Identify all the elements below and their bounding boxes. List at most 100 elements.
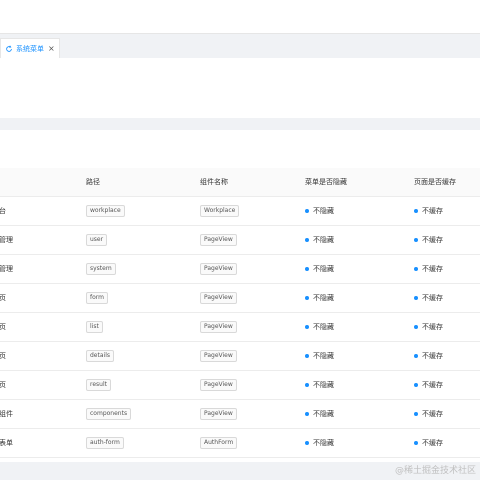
hidden-status: 不隐藏 (313, 294, 334, 302)
status-dot-icon (414, 441, 418, 445)
cell-component: PageView (200, 226, 237, 254)
status-dot-icon (305, 238, 309, 242)
cell-name: 统管理 (0, 265, 13, 273)
table-row[interactable]: 单页 form PageView 不隐藏 不缓存 (0, 284, 480, 313)
status-dot-icon (414, 267, 418, 271)
component-tag: PageView (200, 408, 237, 420)
cell-hidden: 不隐藏 (305, 371, 334, 399)
hidden-status: 不隐藏 (313, 236, 334, 244)
column-header-path: 路径 (86, 178, 100, 186)
cell-hidden: 不隐藏 (305, 226, 334, 254)
component-tag: PageView (200, 292, 237, 304)
cell-cache: 不缓存 (414, 197, 443, 225)
cell-cache: 不缓存 (414, 400, 443, 428)
cell-cache: 不缓存 (414, 226, 443, 254)
cell-cache: 不缓存 (414, 342, 443, 370)
table-header: 称 路径 组件名称 菜单是否隐藏 页面是否缓存 (0, 168, 480, 197)
cell-name: 权表单 (0, 439, 13, 447)
table-row[interactable]: 户管理 user PageView 不隐藏 不缓存 (0, 226, 480, 255)
cache-status: 不缓存 (422, 352, 443, 360)
cell-path: user (86, 226, 108, 254)
table-row[interactable]: 权表单 auth-form AuthForm 不隐藏 不缓存 (0, 429, 480, 458)
status-dot-icon (305, 209, 309, 213)
status-dot-icon (414, 325, 418, 329)
path-tag: user (86, 234, 108, 246)
component-tag: AuthForm (200, 437, 238, 449)
status-dot-icon (414, 412, 418, 416)
status-dot-icon (305, 296, 309, 300)
table-row[interactable]: 统管理 system PageView 不隐藏 不缓存 (0, 255, 480, 284)
cell-hidden: 不隐藏 (305, 400, 334, 428)
table-row[interactable]: 情页 details PageView 不隐藏 不缓存 (0, 342, 480, 371)
column-header-cache: 页面是否缓存 (414, 178, 456, 186)
status-dot-icon (305, 354, 309, 358)
table-row[interactable]: 作台 workplace Workplace 不隐藏 不缓存 (0, 197, 480, 226)
refresh-icon (6, 45, 12, 52)
status-dot-icon (414, 238, 418, 242)
cell-component: PageView (200, 400, 237, 428)
table-row[interactable]: 置组件 components PageView 不隐藏 不缓存 (0, 400, 480, 429)
hidden-status: 不隐藏 (313, 207, 334, 215)
cache-status: 不缓存 (422, 236, 443, 244)
close-icon[interactable]: × (48, 44, 55, 53)
column-header-component: 组件名称 (200, 178, 228, 186)
cell-cache: 不缓存 (414, 313, 443, 341)
cell-component: PageView (200, 342, 237, 370)
path-tag: form (86, 292, 108, 304)
cell-name: 情页 (0, 352, 6, 360)
cell-hidden: 不隐藏 (305, 255, 334, 283)
cell-path: workplace (86, 197, 125, 225)
cell-component: PageView (200, 284, 237, 312)
status-dot-icon (305, 383, 309, 387)
cell-path: components (86, 400, 132, 428)
cell-cache: 不缓存 (414, 284, 443, 312)
tab-label: 系统菜单 (16, 44, 44, 53)
component-tag: PageView (200, 321, 237, 333)
status-dot-icon (414, 383, 418, 387)
cell-hidden: 不隐藏 (305, 197, 334, 225)
path-tag: workplace (86, 205, 125, 217)
cache-status: 不缓存 (422, 207, 443, 215)
cache-status: 不缓存 (422, 381, 443, 389)
status-dot-icon (414, 209, 418, 213)
hidden-status: 不隐藏 (313, 410, 334, 418)
top-panel (0, 58, 480, 118)
cell-path: auth-form (86, 429, 124, 457)
cell-path: form (86, 284, 108, 312)
cell-name: 果页 (0, 381, 6, 389)
cell-component: PageView (200, 313, 237, 341)
hidden-status: 不隐藏 (313, 265, 334, 273)
cache-status: 不缓存 (422, 439, 443, 447)
status-dot-icon (305, 412, 309, 416)
table-row[interactable]: 果页 result PageView 不隐藏 不缓存 (0, 371, 480, 400)
cell-name: 表页 (0, 323, 6, 331)
menu-table: 称 路径 组件名称 菜单是否隐藏 页面是否缓存 作台 workplace Workp… (0, 168, 480, 458)
path-tag: system (86, 263, 116, 275)
menu-table-panel: 称 路径 组件名称 菜单是否隐藏 页面是否缓存 作台 workplace Workp… (0, 130, 480, 462)
status-dot-icon (305, 267, 309, 271)
cache-status: 不缓存 (422, 294, 443, 302)
tab-bar: 系统菜单 × (0, 34, 480, 58)
top-header (0, 0, 480, 34)
component-tag: PageView (200, 379, 237, 391)
table-row[interactable]: 表页 list PageView 不隐藏 不缓存 (0, 313, 480, 342)
hidden-status: 不隐藏 (313, 323, 334, 331)
cache-status: 不缓存 (422, 323, 443, 331)
component-tag: PageView (200, 234, 237, 246)
component-tag: PageView (200, 350, 237, 362)
cell-path: list (86, 313, 103, 341)
component-tag: PageView (200, 263, 237, 275)
tab-system-menu[interactable]: 系统菜单 × (0, 38, 60, 58)
cell-path: result (86, 371, 111, 399)
table-body: 作台workplaceWorkplace不隐藏不缓存户管理userPageVie… (0, 197, 480, 458)
path-tag: auth-form (86, 437, 124, 449)
cell-hidden: 不隐藏 (305, 284, 334, 312)
cell-hidden: 不隐藏 (305, 342, 334, 370)
hidden-status: 不隐藏 (313, 352, 334, 360)
path-tag: result (86, 379, 111, 391)
hidden-status: 不隐藏 (313, 439, 334, 447)
status-dot-icon (305, 325, 309, 329)
cell-cache: 不缓存 (414, 371, 443, 399)
cell-component: PageView (200, 371, 237, 399)
path-tag: list (86, 321, 103, 333)
